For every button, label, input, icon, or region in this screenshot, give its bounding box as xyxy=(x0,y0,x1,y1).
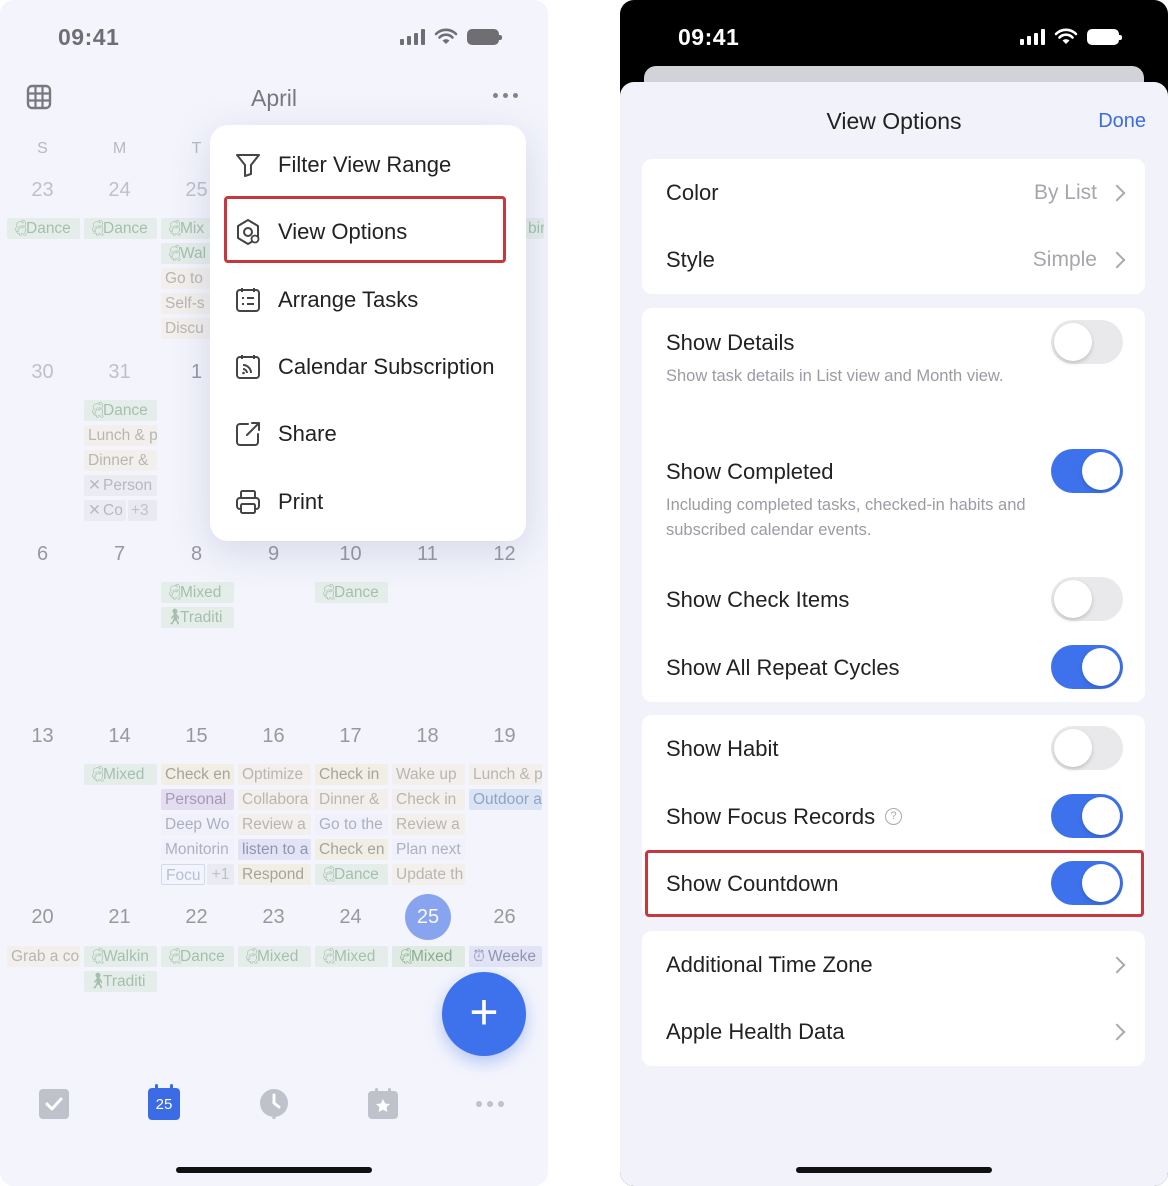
chevron-right-icon xyxy=(1108,251,1126,269)
show-details-label: Show Details xyxy=(666,330,795,355)
menu-item-arrange-tasks[interactable]: Arrange Tasks xyxy=(210,268,526,332)
tab-calendar-icon[interactable]: 25 xyxy=(148,1084,180,1120)
calendar-subscription-icon xyxy=(236,355,260,379)
show-focus-records-label: Show Focus Records? xyxy=(666,804,903,830)
tab-pomodoro-icon[interactable] xyxy=(258,1088,290,1120)
show-habit-toggle[interactable] xyxy=(1051,726,1123,770)
show-check-items-label: Show Check Items xyxy=(666,587,850,612)
appearance-card: Color By List Style Simple xyxy=(642,159,1145,294)
sheet-title: View Options xyxy=(826,108,962,134)
arrange-tasks-icon xyxy=(236,288,260,312)
color-value: By List xyxy=(1033,181,1097,204)
style-value: Simple xyxy=(1032,248,1097,271)
home-indicator xyxy=(176,1167,372,1173)
print-icon xyxy=(236,490,260,514)
chevron-right-icon xyxy=(1108,956,1126,974)
menu-item-print[interactable]: Print xyxy=(210,470,526,534)
menu-item-calendar-subscription[interactable]: Calendar Subscription xyxy=(210,335,526,399)
filter-icon xyxy=(236,154,260,177)
menu-item-filter-view-range[interactable]: Filter View Range xyxy=(210,133,526,197)
show-all-repeat-cycles-label: Show All Repeat Cycles xyxy=(666,655,900,680)
highlight-view-options xyxy=(224,196,506,263)
view-options-screen: 09:41 View Options Done Color By List St… xyxy=(620,0,1168,1186)
show-completed-label: Show Completed xyxy=(666,459,834,484)
apple-health-data-row[interactable]: Apple Health Data xyxy=(642,998,1145,1066)
calendar-screen: 09:41 April S M T 23 24 25 🕺︎Dance 🕺︎Dan… xyxy=(0,0,548,1186)
display-card: Show Details Show task details in List v… xyxy=(642,308,1145,702)
tab-habit-icon[interactable] xyxy=(367,1088,399,1120)
add-task-button[interactable]: + xyxy=(442,972,526,1056)
done-button[interactable]: Done xyxy=(1098,110,1146,133)
help-icon[interactable]: ? xyxy=(885,807,903,825)
color-row[interactable]: Color By List xyxy=(642,159,1145,226)
wifi-icon xyxy=(1054,28,1078,44)
chevron-right-icon xyxy=(1108,1023,1126,1041)
show-completed-description: Including completed tasks, checked-in ha… xyxy=(666,496,1026,539)
chevron-right-icon xyxy=(1108,184,1126,202)
style-row[interactable]: Style Simple xyxy=(642,226,1145,294)
show-details-toggle[interactable] xyxy=(1051,320,1123,364)
show-all-repeat-cycles-toggle[interactable] xyxy=(1051,645,1123,689)
highlight-show-countdown xyxy=(645,850,1144,917)
share-icon xyxy=(236,422,260,446)
show-focus-records-toggle[interactable] xyxy=(1051,794,1123,838)
status-time: 09:41 xyxy=(678,24,740,50)
integrations-card: Additional Time Zone Apple Health Data xyxy=(642,931,1145,1066)
tab-more-icon[interactable] xyxy=(476,1088,508,1120)
more-options-menu: Filter View Range View Options Arrange T… xyxy=(210,125,526,541)
show-completed-toggle[interactable] xyxy=(1051,449,1123,493)
show-habit-label: Show Habit xyxy=(666,736,779,761)
show-check-items-toggle[interactable] xyxy=(1051,577,1123,621)
menu-item-share[interactable]: Share xyxy=(210,402,526,466)
view-options-sheet: View Options Done Color By List Style Si… xyxy=(620,82,1168,1186)
show-details-description: Show task details in List view and Month… xyxy=(666,367,1004,385)
tab-tasks-icon[interactable] xyxy=(38,1088,70,1120)
cellular-signal-icon xyxy=(1020,28,1045,45)
home-indicator xyxy=(796,1167,992,1173)
status-icons xyxy=(1020,28,1122,45)
battery-icon xyxy=(1087,28,1122,45)
additional-time-zone-row[interactable]: Additional Time Zone xyxy=(642,931,1145,998)
